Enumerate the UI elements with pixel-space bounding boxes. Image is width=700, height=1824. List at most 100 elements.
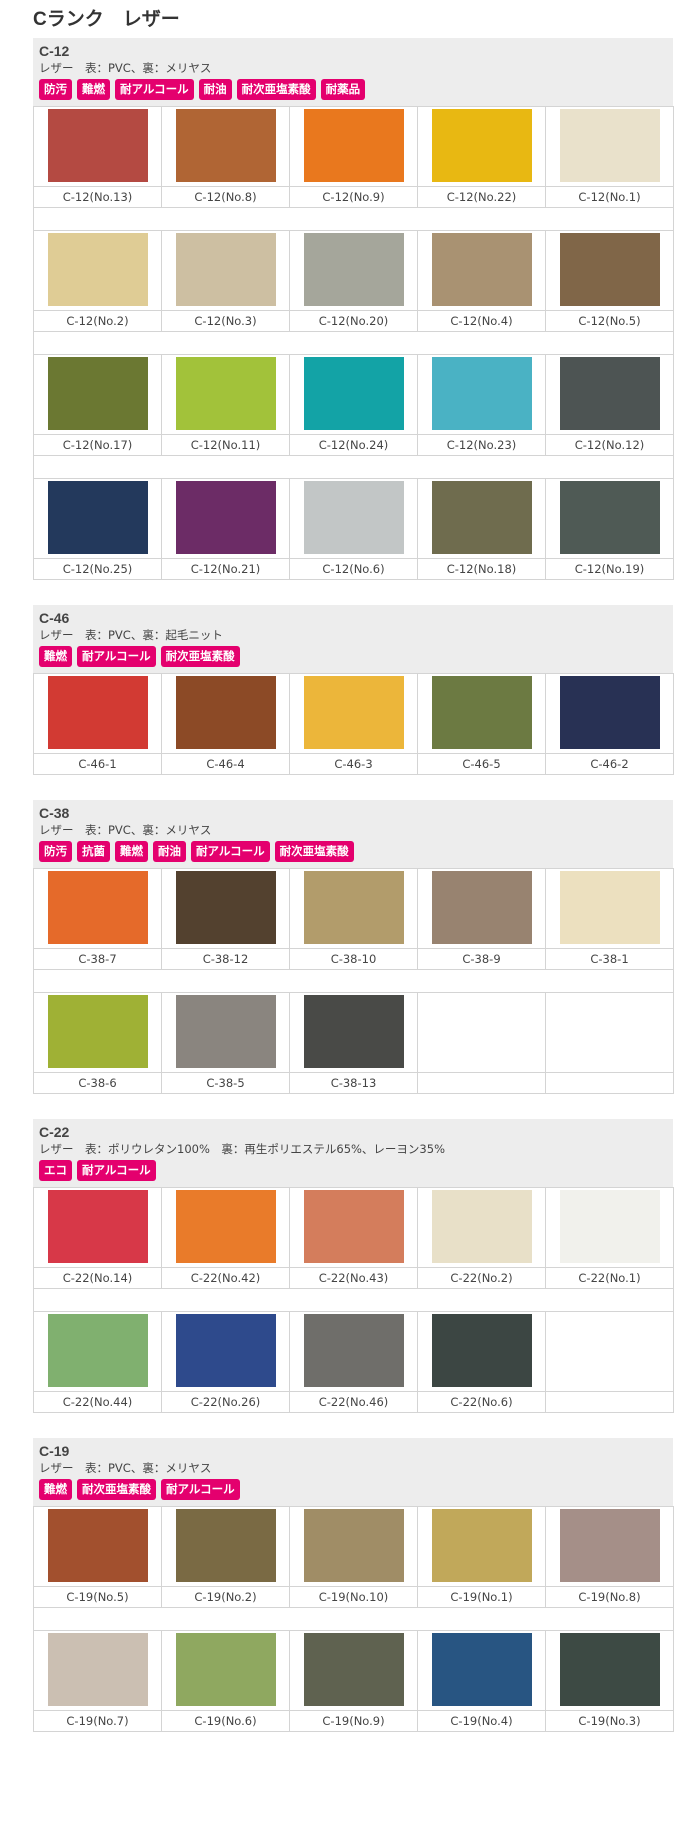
swatch-cell[interactable] bbox=[417, 230, 546, 311]
swatch-cell[interactable] bbox=[161, 1311, 290, 1392]
fabric-swatch-image[interactable] bbox=[175, 995, 276, 1068]
swatch-cell[interactable] bbox=[33, 1630, 162, 1711]
swatch-cell[interactable] bbox=[289, 354, 418, 435]
swatch-cell[interactable] bbox=[33, 673, 162, 754]
fabric-swatch-image[interactable] bbox=[175, 1190, 276, 1263]
swatch-cell[interactable] bbox=[33, 1311, 162, 1392]
swatch-cell[interactable] bbox=[545, 868, 674, 949]
swatch-cell[interactable] bbox=[161, 1506, 290, 1587]
fabric-swatch-image[interactable] bbox=[175, 233, 276, 306]
swatch-cell[interactable] bbox=[33, 106, 162, 187]
swatch-cell[interactable] bbox=[289, 106, 418, 187]
swatch-cell[interactable] bbox=[33, 230, 162, 311]
swatch-cell[interactable] bbox=[289, 992, 418, 1073]
swatch-cell[interactable] bbox=[545, 1630, 674, 1711]
fabric-swatch-image[interactable] bbox=[559, 871, 660, 944]
fabric-swatch-image[interactable] bbox=[431, 481, 532, 554]
fabric-swatch-image[interactable] bbox=[431, 871, 532, 944]
fabric-swatch-image[interactable] bbox=[559, 357, 660, 430]
fabric-swatch-image[interactable] bbox=[175, 109, 276, 182]
swatch-cell[interactable] bbox=[33, 868, 162, 949]
fabric-swatch-image[interactable] bbox=[47, 481, 148, 554]
swatch-cell[interactable] bbox=[161, 868, 290, 949]
swatch-cell[interactable] bbox=[289, 1506, 418, 1587]
swatch-cell[interactable] bbox=[33, 1506, 162, 1587]
swatch-cell[interactable] bbox=[161, 478, 290, 559]
fabric-swatch-image[interactable] bbox=[559, 1190, 660, 1263]
fabric-swatch-image[interactable] bbox=[175, 1633, 276, 1706]
fabric-swatch-image[interactable] bbox=[559, 481, 660, 554]
swatch-cell[interactable] bbox=[417, 106, 546, 187]
fabric-swatch-image[interactable] bbox=[47, 995, 148, 1068]
swatch-cell[interactable] bbox=[417, 1187, 546, 1268]
fabric-swatch-image[interactable] bbox=[175, 481, 276, 554]
fabric-swatch-image[interactable] bbox=[559, 1509, 660, 1582]
fabric-swatch-image[interactable] bbox=[47, 1314, 148, 1387]
fabric-swatch-image[interactable] bbox=[559, 233, 660, 306]
fabric-swatch-image[interactable] bbox=[303, 871, 404, 944]
swatch-cell[interactable] bbox=[417, 1311, 546, 1392]
fabric-swatch-image[interactable] bbox=[431, 1314, 532, 1387]
fabric-swatch-image[interactable] bbox=[303, 481, 404, 554]
swatch-cell[interactable] bbox=[161, 992, 290, 1073]
swatch-cell[interactable] bbox=[545, 230, 674, 311]
fabric-swatch-image[interactable] bbox=[175, 1509, 276, 1582]
fabric-swatch-image[interactable] bbox=[47, 676, 148, 749]
swatch-cell[interactable] bbox=[289, 868, 418, 949]
swatch-cell[interactable] bbox=[545, 106, 674, 187]
swatch-cell[interactable] bbox=[33, 992, 162, 1073]
fabric-swatch-image[interactable] bbox=[559, 109, 660, 182]
swatch-cell[interactable] bbox=[545, 1506, 674, 1587]
swatch-cell[interactable] bbox=[289, 1630, 418, 1711]
fabric-swatch-image[interactable] bbox=[431, 357, 532, 430]
swatch-cell[interactable] bbox=[417, 478, 546, 559]
fabric-swatch-image[interactable] bbox=[431, 1509, 532, 1582]
swatch-cell[interactable] bbox=[545, 478, 674, 559]
fabric-swatch-image[interactable] bbox=[303, 1509, 404, 1582]
swatch-cell[interactable] bbox=[161, 1630, 290, 1711]
swatch-cell[interactable] bbox=[545, 354, 674, 435]
swatch-cell[interactable] bbox=[161, 673, 290, 754]
swatch-cell[interactable] bbox=[417, 354, 546, 435]
fabric-swatch-image[interactable] bbox=[431, 676, 532, 749]
fabric-swatch-image[interactable] bbox=[47, 233, 148, 306]
fabric-swatch-image[interactable] bbox=[175, 357, 276, 430]
fabric-swatch-image[interactable] bbox=[47, 1190, 148, 1263]
swatch-cell[interactable] bbox=[545, 1187, 674, 1268]
fabric-swatch-image[interactable] bbox=[303, 1314, 404, 1387]
fabric-swatch-image[interactable] bbox=[303, 109, 404, 182]
swatch-cell[interactable] bbox=[161, 1187, 290, 1268]
fabric-swatch-image[interactable] bbox=[175, 871, 276, 944]
fabric-swatch-image[interactable] bbox=[303, 233, 404, 306]
swatch-cell[interactable] bbox=[33, 1187, 162, 1268]
fabric-swatch-image[interactable] bbox=[303, 357, 404, 430]
fabric-swatch-image[interactable] bbox=[47, 109, 148, 182]
fabric-swatch-image[interactable] bbox=[431, 1190, 532, 1263]
swatch-cell[interactable] bbox=[161, 354, 290, 435]
fabric-swatch-image[interactable] bbox=[431, 233, 532, 306]
fabric-swatch-image[interactable] bbox=[559, 676, 660, 749]
swatch-cell[interactable] bbox=[289, 673, 418, 754]
swatch-cell[interactable] bbox=[289, 1311, 418, 1392]
swatch-cell[interactable] bbox=[545, 673, 674, 754]
fabric-swatch-image[interactable] bbox=[303, 995, 404, 1068]
swatch-cell[interactable] bbox=[161, 106, 290, 187]
fabric-swatch-image[interactable] bbox=[47, 1509, 148, 1582]
swatch-cell[interactable] bbox=[417, 673, 546, 754]
fabric-swatch-image[interactable] bbox=[431, 1633, 532, 1706]
swatch-cell[interactable] bbox=[289, 1187, 418, 1268]
swatch-cell[interactable] bbox=[417, 1630, 546, 1711]
swatch-cell[interactable] bbox=[289, 478, 418, 559]
fabric-swatch-image[interactable] bbox=[303, 676, 404, 749]
swatch-cell[interactable] bbox=[33, 354, 162, 435]
swatch-cell[interactable] bbox=[289, 230, 418, 311]
fabric-swatch-image[interactable] bbox=[47, 357, 148, 430]
fabric-swatch-image[interactable] bbox=[303, 1190, 404, 1263]
swatch-cell[interactable] bbox=[33, 478, 162, 559]
fabric-swatch-image[interactable] bbox=[47, 871, 148, 944]
fabric-swatch-image[interactable] bbox=[559, 1633, 660, 1706]
swatch-cell[interactable] bbox=[417, 1506, 546, 1587]
fabric-swatch-image[interactable] bbox=[47, 1633, 148, 1706]
fabric-swatch-image[interactable] bbox=[303, 1633, 404, 1706]
swatch-cell[interactable] bbox=[417, 868, 546, 949]
